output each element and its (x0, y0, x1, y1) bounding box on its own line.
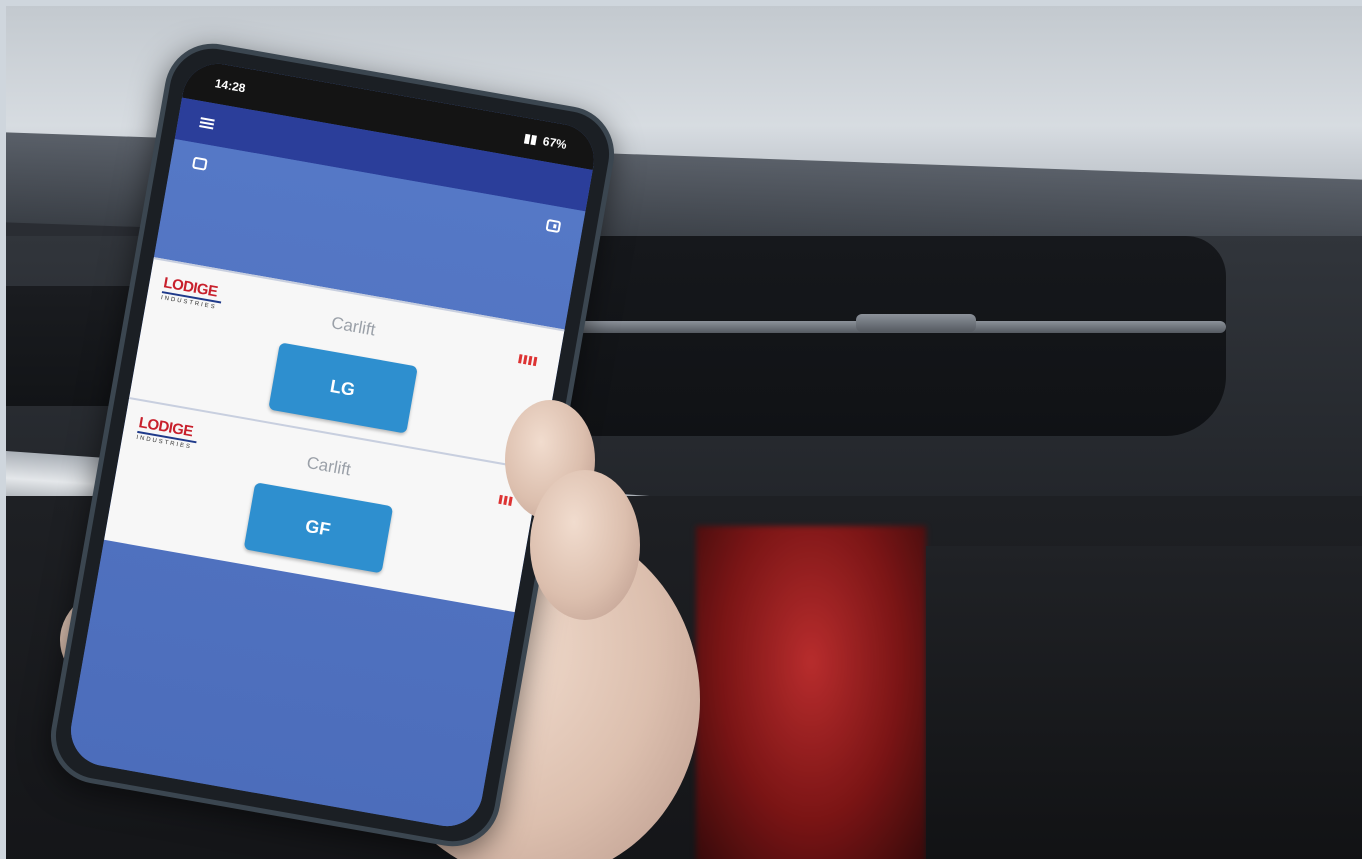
exit-icon[interactable] (545, 218, 562, 234)
air-vent-center (566, 236, 1226, 436)
console-panel (926, 546, 1362, 859)
status-icons: ▮▮ 67% (523, 131, 568, 152)
middle-finger (530, 470, 640, 620)
status-time: 14:28 (213, 76, 247, 96)
battery-level: 67% (541, 134, 568, 152)
infotainment-display (696, 526, 926, 859)
lift-gf-button[interactable]: GF (243, 482, 393, 574)
lift-lg-button[interactable]: LG (267, 342, 418, 434)
wifi-icon: ▮▮ (522, 130, 539, 147)
window-icon[interactable] (191, 156, 208, 171)
vent-knob (856, 314, 976, 332)
menu-icon[interactable] (199, 117, 215, 130)
lift-list: LODIGE INDUSTRIES Carlift LG LODIGE INDU… (65, 138, 586, 832)
